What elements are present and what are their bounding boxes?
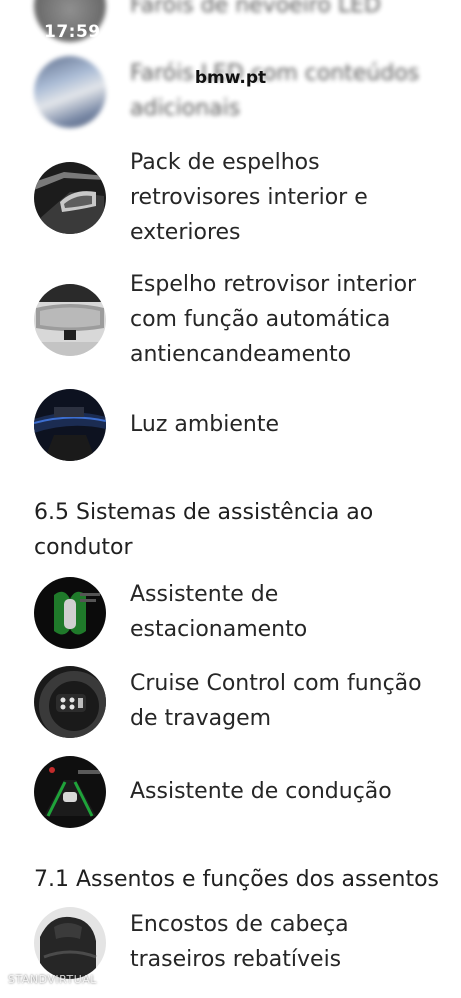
feature-label-line1: Espelho retrovisor interior bbox=[130, 272, 417, 297]
feature-label-line1: Pack de espelhos bbox=[130, 150, 320, 175]
feature-item-driving-assistant: Assistente de condução bbox=[34, 756, 434, 828]
section-title-6-5-line2: condutor bbox=[34, 535, 133, 560]
led-headlights-thumbnail bbox=[34, 56, 106, 128]
feature-label-line2: adicionais bbox=[130, 96, 241, 121]
watermark-logo: STANDVIRTUAL bbox=[8, 973, 97, 986]
status-bar: 17:59 bbox=[0, 0, 461, 60]
feature-label: Luz ambiente bbox=[130, 412, 279, 437]
feature-item-led-headlights: Faróis LED com conteúdos adicionais bbox=[34, 56, 434, 128]
feature-list: Faróis de nevoeiro LED Faróis LED com co… bbox=[0, 0, 461, 998]
section-title-7-1: 7.1 Assentos e funções dos assentos bbox=[34, 867, 439, 892]
feature-label-line2: estacionamento bbox=[130, 617, 308, 642]
folding-headrests-thumbnail bbox=[34, 907, 106, 979]
feature-label-line1: Assistente de bbox=[130, 582, 279, 607]
feature-item-mirror-pack: Pack de espelhos retrovisores interior e… bbox=[34, 150, 434, 245]
status-time: 17:59 bbox=[44, 22, 101, 42]
feature-item-folding-headrests: Encostos de cabeça traseiros rebatíveis bbox=[34, 907, 434, 979]
cruise-control-thumbnail bbox=[34, 666, 106, 738]
auto-dimming-mirror-thumbnail bbox=[34, 284, 106, 356]
parking-assistant-thumbnail bbox=[34, 577, 106, 649]
browser-url[interactable]: bmw.pt bbox=[0, 68, 461, 88]
feature-label-line2: traseiros rebatíveis bbox=[130, 947, 342, 972]
feature-label-line2: retrovisores interior e bbox=[130, 185, 368, 210]
feature-label: Assistente de condução bbox=[130, 779, 392, 804]
feature-item-cruise-control: Cruise Control com função de travagem bbox=[34, 666, 434, 738]
feature-item-ambient-light: Luz ambiente bbox=[34, 389, 434, 461]
feature-label-line3: exteriores bbox=[130, 220, 241, 245]
feature-label-line1: Encostos de cabeça bbox=[130, 912, 349, 937]
section-title-6-5-line1: 6.5 Sistemas de assistência ao bbox=[34, 500, 374, 525]
feature-item-parking-assistant: Assistente de estacionamento bbox=[34, 577, 434, 649]
feature-item-auto-dimming-mirror: Espelho retrovisor interior com função a… bbox=[34, 272, 434, 367]
feature-label-line1: Cruise Control com função bbox=[130, 671, 422, 696]
ambient-light-thumbnail bbox=[34, 389, 106, 461]
driving-assistant-thumbnail bbox=[34, 756, 106, 828]
feature-label-line2: com função automática bbox=[130, 307, 391, 332]
mirror-pack-thumbnail bbox=[34, 162, 106, 234]
feature-label-line2: de travagem bbox=[130, 706, 272, 731]
feature-label-line3: antiencandeamento bbox=[130, 342, 352, 367]
